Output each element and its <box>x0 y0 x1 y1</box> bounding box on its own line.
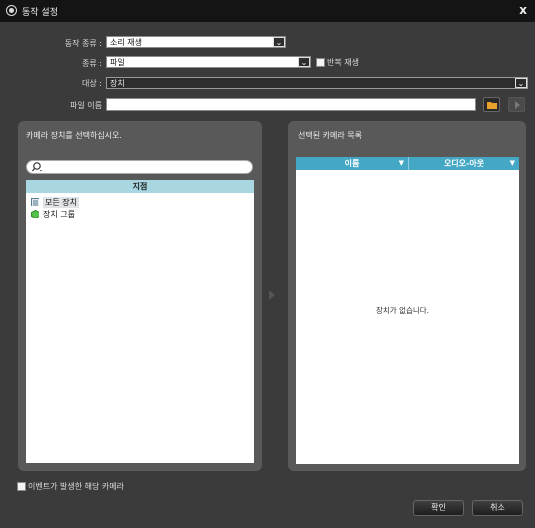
column-header-label: 오디오-아웃 <box>443 159 485 168</box>
chevron-down-icon[interactable]: ⌄ <box>273 37 285 47</box>
camera-list-icon <box>31 198 39 206</box>
column-header-label: 이름 <box>344 159 360 168</box>
type-value: 파일 <box>110 58 125 67</box>
camera-select-title: 카메라 장치를 선택하십시오. <box>26 131 122 140</box>
search-input[interactable] <box>26 160 253 174</box>
close-button[interactable]: x <box>519 3 527 17</box>
chevron-down-icon[interactable]: ⌄ <box>298 57 310 67</box>
app-icon <box>6 5 17 16</box>
tree-item-label: 장치 그룹 <box>43 210 75 219</box>
camera-select-panel: 카메라 장치를 선택하십시오. 지점 모든 장치 장치 그룹 <box>18 121 262 471</box>
play-button[interactable] <box>508 97 525 112</box>
selected-cameras-list: 이름 ▼ 오디오-아웃 ▼ 장치가 없습니다. <box>296 157 519 464</box>
column-header-name[interactable]: 이름 ▼ <box>296 157 408 170</box>
cancel-button[interactable]: 취소 <box>472 500 523 516</box>
ok-button[interactable]: 확인 <box>413 500 464 516</box>
play-icon <box>515 101 520 109</box>
window-title: 동작 설정 <box>22 8 58 18</box>
browse-folder-button[interactable] <box>483 97 500 112</box>
target-label: 대상 : <box>82 79 102 88</box>
device-tree: 지점 모든 장치 장치 그룹 <box>26 180 254 463</box>
action-type-label: 동작 종류 : <box>64 39 102 48</box>
event-camera-label: 이벤트가 발생한 해당 카메라 <box>28 482 124 491</box>
target-value: 장치 <box>110 79 125 88</box>
type-label: 종류 : <box>82 59 102 68</box>
action-type-value: 소리 재생 <box>110 38 142 47</box>
title-bar: 동작 설정 x <box>0 0 535 22</box>
chevron-down-icon[interactable]: ⌄ <box>515 78 527 88</box>
search-icon <box>31 162 42 172</box>
column-header-branch[interactable]: 지점 <box>26 180 254 193</box>
filename-label: 파일 이름 <box>70 101 102 110</box>
tree-item-all-devices[interactable]: 모든 장치 <box>31 197 131 208</box>
filename-input[interactable] <box>106 98 476 111</box>
sort-down-icon: ▼ <box>398 159 404 167</box>
tree-item-device-group[interactable]: 장치 그룹 <box>31 209 131 220</box>
action-settings-dialog: 동작 설정 x 동작 종류 : 소리 재생 ⌄ 종류 : 파일 ⌄ 반복 재생 … <box>0 0 535 528</box>
selected-cameras-title: 선택된 카메라 목록 <box>298 131 362 140</box>
type-select[interactable]: 파일 ⌄ <box>106 56 311 68</box>
sort-down-icon: ▼ <box>509 159 515 167</box>
repeat-checkbox[interactable] <box>316 58 325 67</box>
empty-message: 장치가 없습니다. <box>376 306 430 315</box>
add-arrow-icon[interactable] <box>269 290 275 300</box>
column-header-audio-out[interactable]: 오디오-아웃 ▼ <box>408 157 519 170</box>
repeat-label: 반복 재생 <box>327 58 359 67</box>
target-select[interactable]: 장치 ⌄ <box>106 77 528 89</box>
folder-icon <box>487 102 497 109</box>
selected-cameras-panel: 선택된 카메라 목록 이름 ▼ 오디오-아웃 ▼ 장치가 없습니다. <box>288 121 526 471</box>
tree-item-label: 모든 장치 <box>43 197 79 208</box>
cube-group-icon <box>31 210 39 218</box>
action-type-select[interactable]: 소리 재생 ⌄ <box>106 36 286 48</box>
event-camera-checkbox[interactable] <box>17 482 26 491</box>
